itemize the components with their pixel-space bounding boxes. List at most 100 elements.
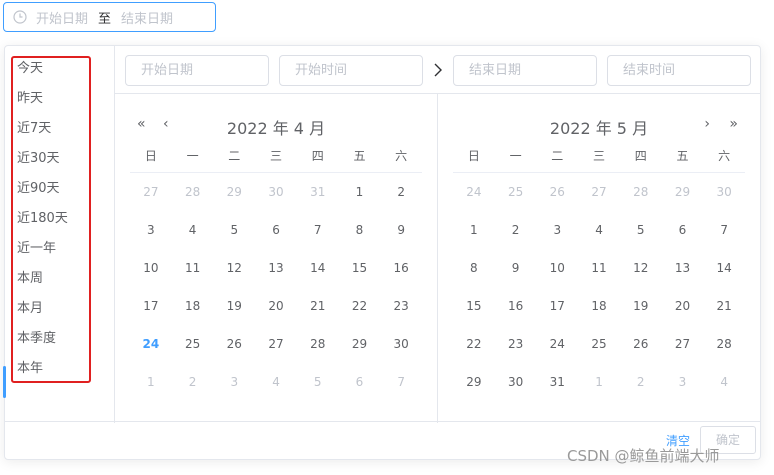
calendar-day[interactable]: 2 — [495, 211, 537, 249]
calendar-day[interactable]: 3 — [536, 211, 578, 249]
calendar-day[interactable]: 1 — [339, 173, 381, 211]
calendar-day[interactable]: 27 — [662, 325, 704, 363]
calendar-day[interactable]: 10 — [536, 249, 578, 287]
calendar-day[interactable]: 13 — [255, 249, 297, 287]
calendar-day[interactable]: 12 — [620, 249, 662, 287]
weekday-label: 日 — [144, 149, 157, 163]
calendar-day[interactable]: 27 — [255, 325, 297, 363]
calendar-day[interactable]: 2 — [380, 173, 422, 211]
calendar-day[interactable]: 25 — [495, 173, 537, 211]
start-date-placeholder[interactable]: 开始日期 — [36, 8, 88, 27]
calendar-day[interactable]: 28 — [172, 173, 214, 211]
calendar-day[interactable]: 15 — [339, 249, 381, 287]
calendar-day[interactable]: 2 — [172, 363, 214, 401]
calendar-day[interactable]: 14 — [297, 249, 339, 287]
calendar-week-row: 29 30 31 1 2 3 4 — [453, 363, 745, 401]
calendar-day[interactable]: 17 — [536, 287, 578, 325]
calendar-day[interactable]: 11 — [578, 249, 620, 287]
calendar-day[interactable]: 22 — [453, 325, 495, 363]
calendar-day[interactable]: 12 — [213, 249, 255, 287]
calendar-day[interactable]: 17 — [130, 287, 172, 325]
calendar-week-row: 24 25 26 27 28 29 30 — [130, 325, 422, 363]
calendar-day[interactable]: 23 — [380, 287, 422, 325]
calendar-day[interactable]: 6 — [339, 363, 381, 401]
calendar-day[interactable]: 26 — [213, 325, 255, 363]
calendar-day[interactable]: 1 — [578, 363, 620, 401]
calendar-day[interactable]: 4 — [703, 363, 745, 401]
calendar-day[interactable]: 5 — [620, 211, 662, 249]
calendar-day[interactable]: 23 — [495, 325, 537, 363]
calendar-day[interactable]: 6 — [255, 211, 297, 249]
calendar-day[interactable]: 5 — [213, 211, 255, 249]
calendar-day[interactable]: 19 — [213, 287, 255, 325]
calendar-day[interactable]: 30 — [255, 173, 297, 211]
calendar-day[interactable]: 26 — [620, 325, 662, 363]
calendar-day[interactable]: 29 — [662, 173, 704, 211]
calendar-day[interactable]: 31 — [536, 363, 578, 401]
date-range-input[interactable]: 开始日期 至 结束日期 — [3, 2, 216, 32]
calendar-day[interactable]: 26 — [536, 173, 578, 211]
calendar-day[interactable]: 30 — [495, 363, 537, 401]
calendar-day[interactable]: 2 — [620, 363, 662, 401]
calendar-day[interactable]: 10 — [130, 249, 172, 287]
calendar-day[interactable]: 18 — [578, 287, 620, 325]
calendar-day[interactable]: 5 — [297, 363, 339, 401]
calendar-day[interactable]: 22 — [339, 287, 381, 325]
calendar-day[interactable]: 24 — [453, 173, 495, 211]
calendar-day[interactable]: 4 — [172, 211, 214, 249]
calendar-day[interactable]: 7 — [380, 363, 422, 401]
calendar-day-today[interactable]: 24 — [130, 325, 172, 363]
calendar-day[interactable]: 7 — [703, 211, 745, 249]
calendar-week-row: 3456789 — [130, 211, 422, 249]
calendar-day[interactable]: 11 — [172, 249, 214, 287]
calendar-day[interactable]: 27 — [578, 173, 620, 211]
calendar-day[interactable]: 27 — [130, 173, 172, 211]
calendar-day[interactable]: 19 — [620, 287, 662, 325]
calendar-day[interactable]: 7 — [297, 211, 339, 249]
calendar-day[interactable]: 1 — [130, 363, 172, 401]
calendar-day[interactable]: 28 — [620, 173, 662, 211]
date-picker-panel: 今天 昨天 近7天 近30天 近90天 近180天 近一年 本周 本月 本季度 本年 开始日期 开始… — [3, 45, 761, 460]
calendar-day[interactable]: 9 — [380, 211, 422, 249]
calendar-day[interactable]: 4 — [578, 211, 620, 249]
calendar-day[interactable]: 18 — [172, 287, 214, 325]
start-date-input[interactable]: 开始日期 — [125, 55, 269, 86]
calendar-day[interactable]: 16 — [380, 249, 422, 287]
end-time-input[interactable]: 结束时间 — [607, 55, 751, 86]
calendar-day[interactable]: 30 — [380, 325, 422, 363]
start-time-input[interactable]: 开始时间 — [279, 55, 423, 86]
calendar-day[interactable]: 20 — [255, 287, 297, 325]
calendar-day[interactable]: 6 — [662, 211, 704, 249]
calendar-day[interactable]: 29 — [339, 325, 381, 363]
calendar-day[interactable]: 15 — [453, 287, 495, 325]
calendar-day[interactable]: 25 — [172, 325, 214, 363]
weekday-label: 一 — [509, 149, 522, 163]
calendar-day[interactable]: 3 — [130, 211, 172, 249]
calendar-day[interactable]: 28 — [297, 325, 339, 363]
calendar-day[interactable]: 25 — [578, 325, 620, 363]
end-date-placeholder[interactable]: 结束日期 — [121, 8, 173, 27]
end-date-input[interactable]: 结束日期 — [453, 55, 597, 86]
calendar-day[interactable]: 9 — [495, 249, 537, 287]
calendar-day[interactable]: 13 — [662, 249, 704, 287]
calendar-day[interactable]: 8 — [453, 249, 495, 287]
calendar-day[interactable]: 8 — [339, 211, 381, 249]
calendar-day[interactable]: 3 — [213, 363, 255, 401]
calendar-day[interactable]: 4 — [255, 363, 297, 401]
calendar-day[interactable]: 30 — [703, 173, 745, 211]
calendar-day[interactable]: 29 — [453, 363, 495, 401]
calendar-week-row: 17 18 19 20 21 22 23 — [130, 287, 422, 325]
calendar-day[interactable]: 21 — [297, 287, 339, 325]
calendar-week-row: 10 11 12 13 14 15 16 — [130, 249, 422, 287]
calendar-day[interactable]: 1 — [453, 211, 495, 249]
calendar-day[interactable]: 14 — [703, 249, 745, 287]
calendar-day[interactable]: 20 — [662, 287, 704, 325]
calendar-day[interactable]: 16 — [495, 287, 537, 325]
calendar-day[interactable]: 28 — [703, 325, 745, 363]
calendar-day[interactable]: 29 — [213, 173, 255, 211]
calendar-day[interactable]: 3 — [662, 363, 704, 401]
left-calendar-title: 2022 年 4 月 — [226, 119, 326, 138]
calendar-day[interactable]: 31 — [297, 173, 339, 211]
calendar-day[interactable]: 24 — [536, 325, 578, 363]
calendar-day[interactable]: 21 — [703, 287, 745, 325]
